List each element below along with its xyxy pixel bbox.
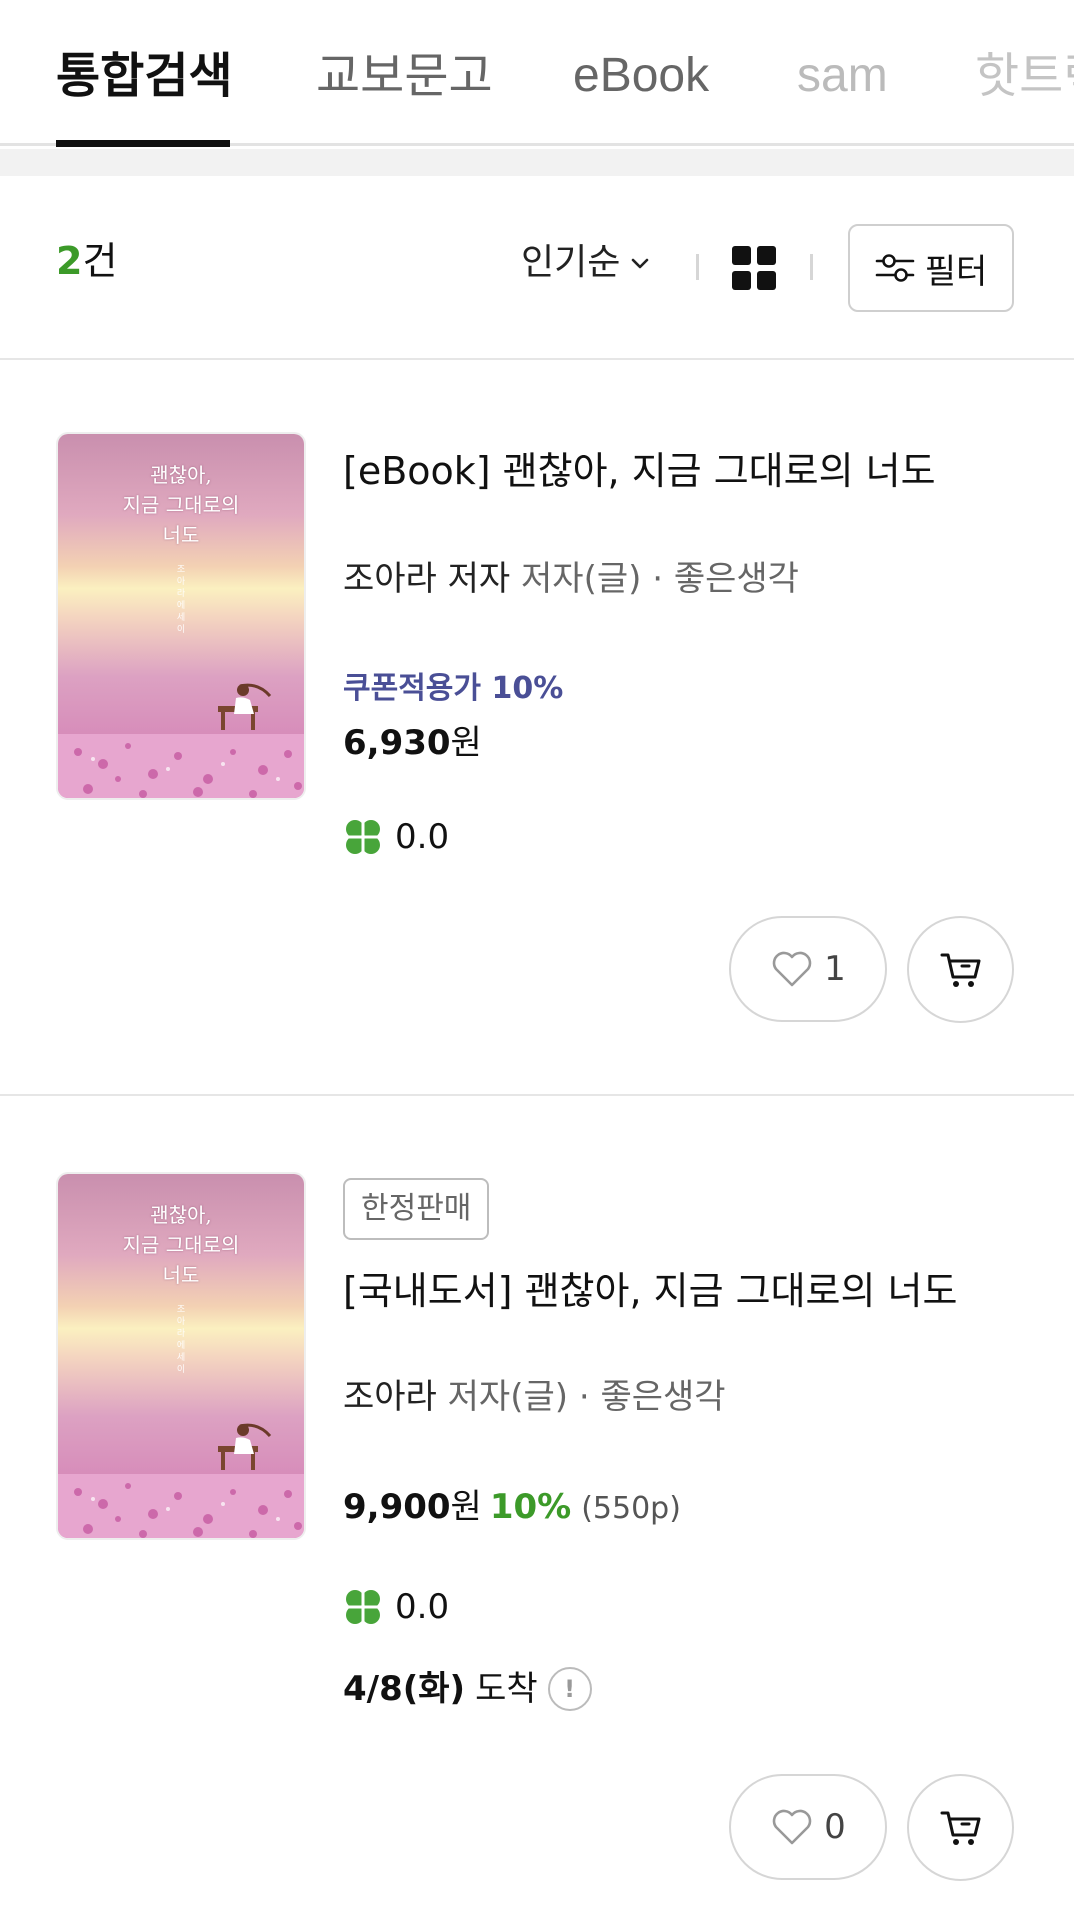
product-author[interactable]: 조아라 저자 [343,559,510,599]
cart-icon [940,1811,980,1845]
cover-title-line: 지금 그대로의 [122,1233,240,1257]
cover-author: 조아라 에세이 [176,565,186,635]
section-divider [0,149,1074,176]
delivery-date: 4/8(화) [343,1669,466,1709]
like-button[interactable]: 0 [729,1774,887,1880]
cover-title-line: 너도 [162,523,200,547]
tab-sam[interactable]: sam [797,44,888,108]
product-meta: 조아라 저자 저자(글) · 좋은생각 [343,556,799,602]
product-publisher-meta[interactable]: 저자(글) · 좋은생각 [521,559,799,599]
product-price: 6,930원 [343,720,482,766]
product-price: 9,900원 10% (550p) [343,1484,681,1532]
rating-value: 0.0 [395,1587,450,1627]
toolbar-separator [810,254,813,280]
delivery-label: 도착 [475,1669,538,1709]
toolbar-separator [696,254,699,280]
product-item[interactable]: 괜찮아, 지금 그대로의 너도 조아라 에세이 [eBook] 괜찮아, 지금 … [0,362,1074,1096]
price-unit: 원 [450,723,482,763]
like-button[interactable]: 1 [729,916,887,1022]
cover-title-line: 괜찮아, [150,463,212,487]
rating-value: 0.0 [395,817,450,857]
discount-rate: 10% [489,1487,572,1527]
product-rating: 0.0 [343,814,449,860]
limited-edition-badge: 한정판매 [343,1178,490,1240]
filter-label: 필터 [924,251,988,292]
active-tab-indicator [56,140,230,147]
info-icon[interactable]: ! [547,1667,592,1711]
product-item[interactable]: 괜찮아, 지금 그대로의 너도 조아라 에세이 한정판매 [국내도서] 괜찮아,… [0,1098,1074,1911]
results-toolbar: 2건 인기순 필터 [0,176,1074,360]
clover-icon [346,1590,380,1624]
heart-icon [772,1809,812,1845]
price-number: 9,900 [343,1487,451,1527]
clover-icon [346,820,380,854]
like-count: 1 [824,949,846,989]
sort-label: 인기순 [521,242,621,283]
add-to-cart-button[interactable] [907,916,1014,1023]
result-count-unit: 건 [82,239,118,283]
filter-sliders-icon [875,254,915,282]
sort-dropdown[interactable]: 인기순 [521,240,652,286]
tab-hottracks[interactable]: 핫트랙 [975,44,1074,108]
filter-button[interactable]: 필터 [848,224,1014,312]
price-number: 6,930 [343,723,451,763]
product-rating: 0.0 [343,1584,449,1630]
grid-view-icon[interactable] [732,246,776,290]
reward-points: (550p) [581,1491,681,1526]
book-cover-image[interactable]: 괜찮아, 지금 그대로의 너도 조아라 에세이 [56,1172,306,1540]
product-title[interactable]: [국내도서] 괜찮아, 지금 그대로의 너도 [343,1266,957,1316]
cart-icon [940,953,980,987]
add-to-cart-button[interactable] [907,1774,1014,1881]
tab-kyobo[interactable]: 교보문고 [316,44,493,108]
cover-author: 조아라 에세이 [176,1305,186,1375]
coupon-price-label: 쿠폰적용가 10% [343,671,564,706]
price-unit: 원 [450,1487,482,1527]
product-publisher-meta[interactable]: 저자(글) · 좋은생각 [448,1377,726,1417]
cover-title-line: 너도 [162,1263,200,1287]
delivery-estimate: 4/8(화) 도착 ! [343,1666,592,1712]
tab-integrated-search[interactable]: 통합검색 [56,44,233,108]
tab-ebook[interactable]: eBook [573,44,709,108]
result-count: 2건 [56,236,117,286]
product-meta: 조아라 저자(글) · 좋은생각 [343,1374,726,1420]
chevron-down-icon [632,258,649,269]
search-tabs: 통합검색 교보문고 eBook sam 핫트랙 [0,0,1074,147]
cover-title-line: 괜찮아, [150,1203,212,1227]
product-author[interactable]: 조아라 [343,1377,437,1417]
like-count: 0 [824,1807,846,1847]
result-count-number: 2 [56,239,83,283]
cover-title-line: 지금 그대로의 [122,493,240,517]
book-cover-image[interactable]: 괜찮아, 지금 그대로의 너도 조아라 에세이 [56,432,306,800]
heart-icon [772,951,812,987]
product-title[interactable]: [eBook] 괜찮아, 지금 그대로의 너도 [343,446,936,496]
